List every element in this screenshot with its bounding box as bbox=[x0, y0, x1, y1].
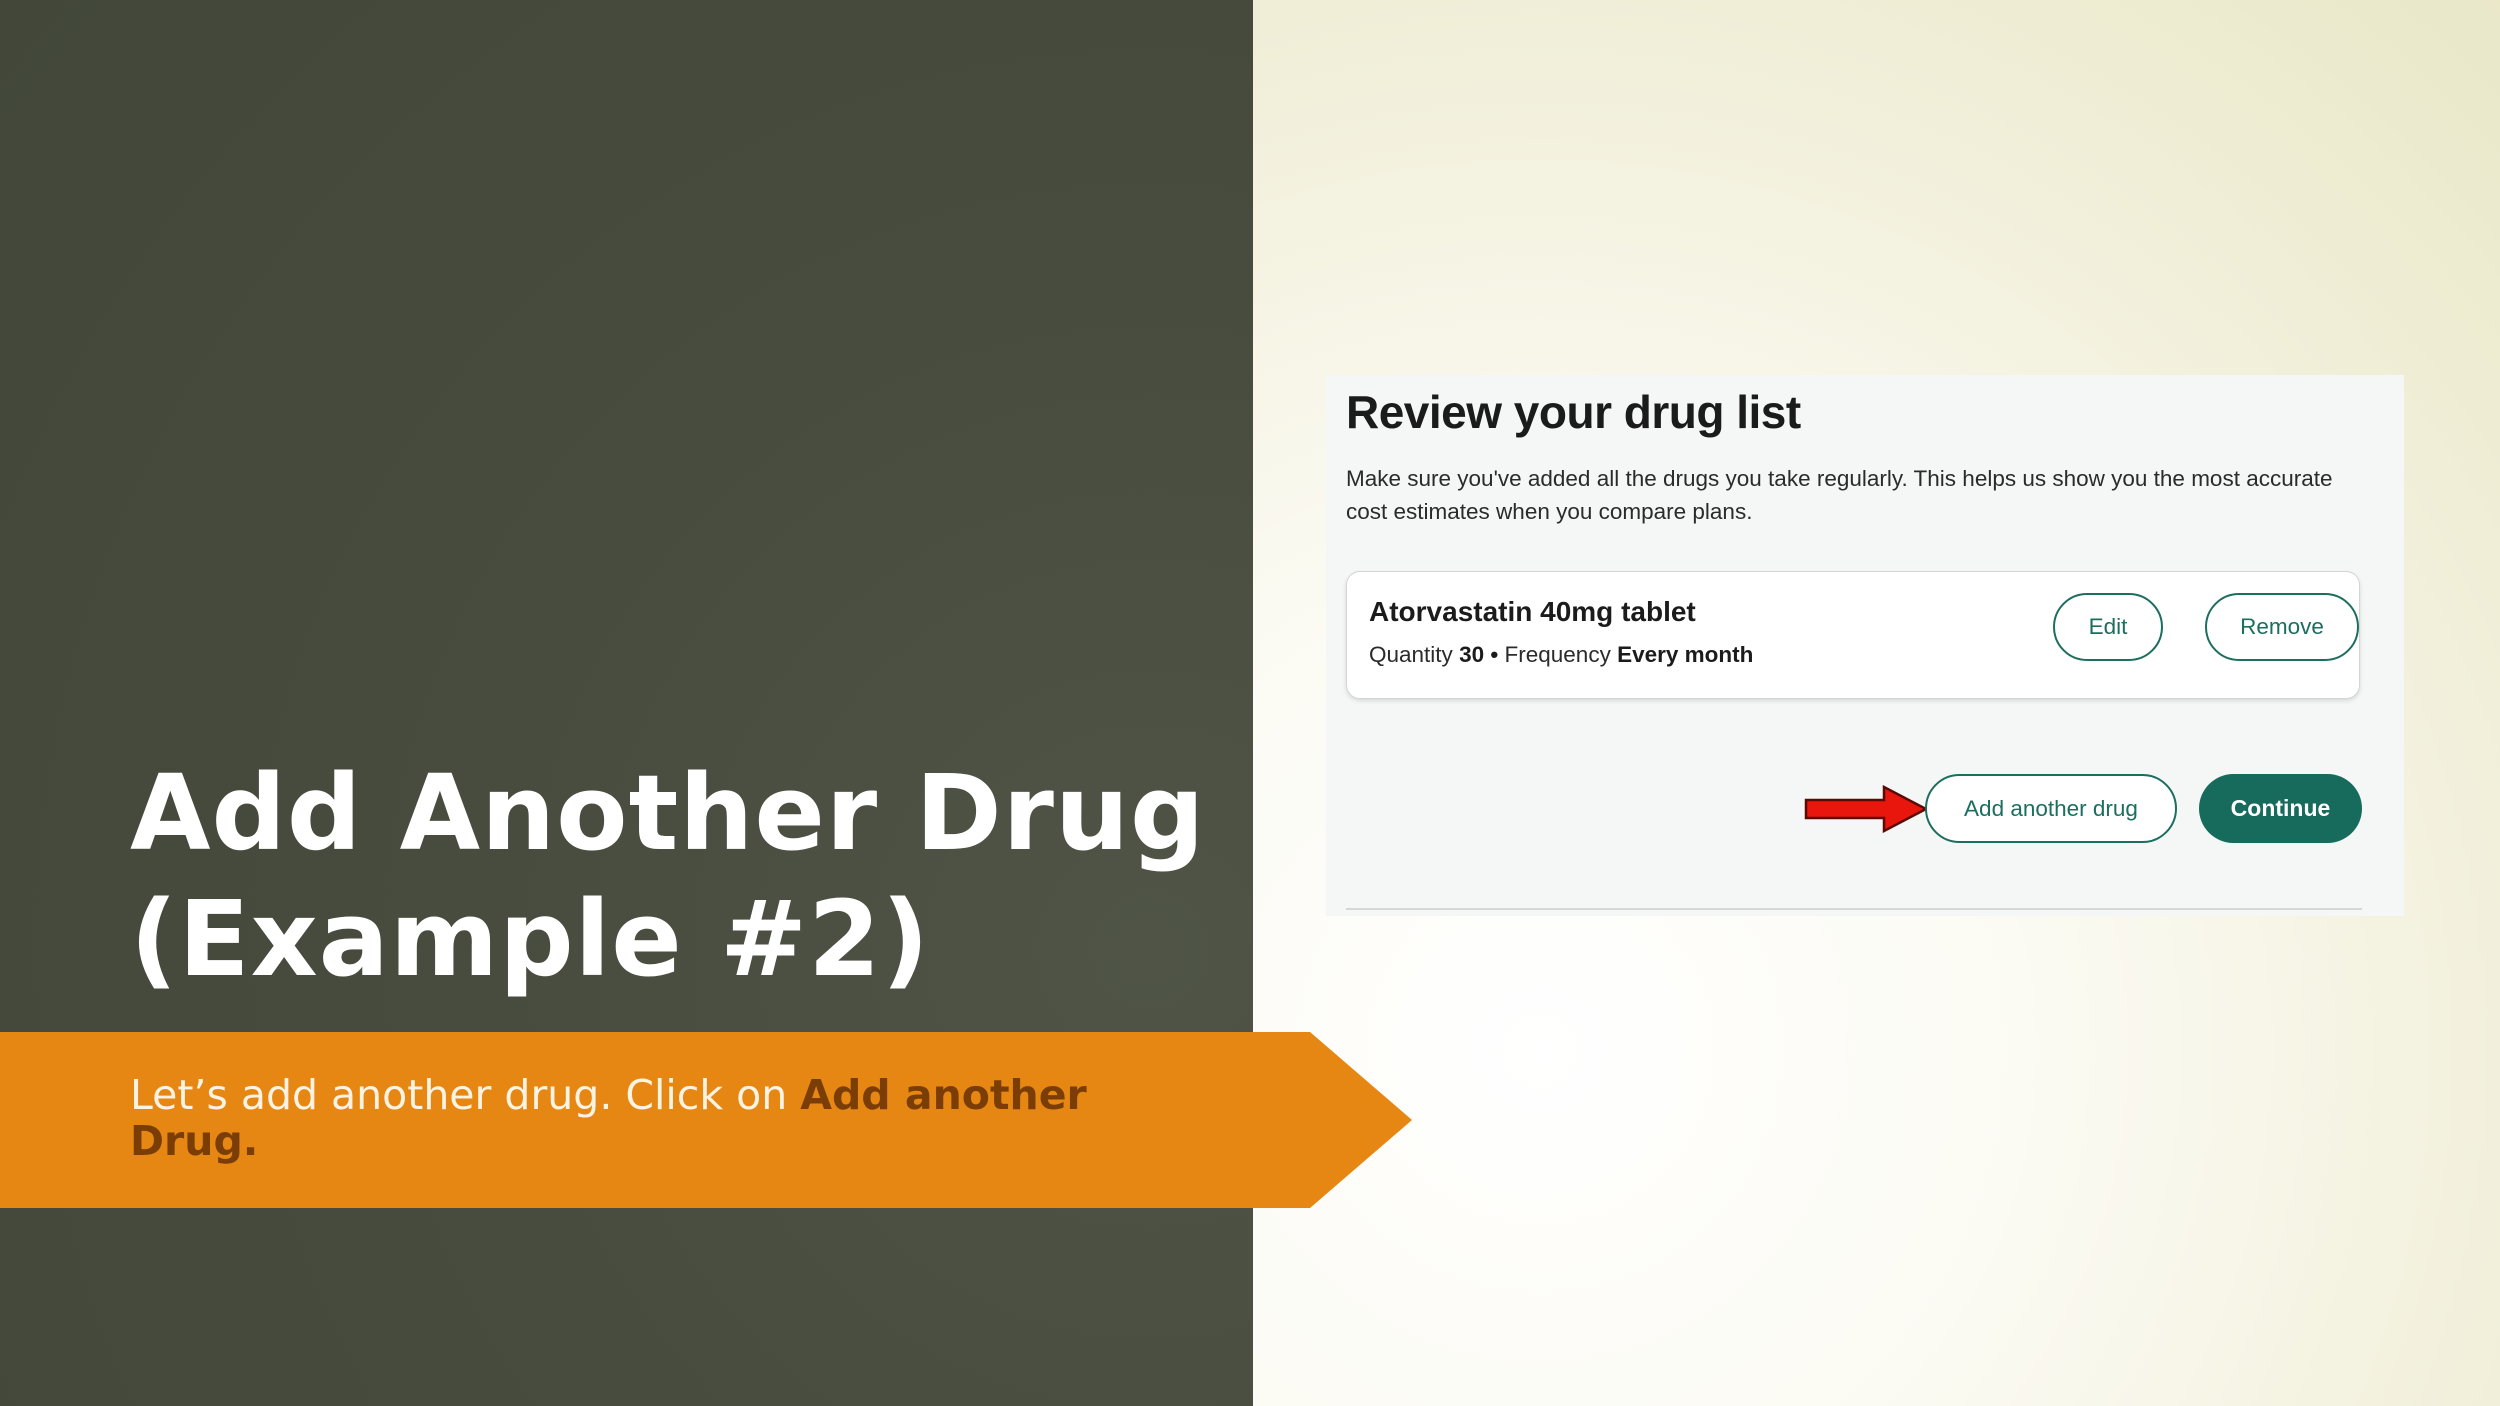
slide-title: Add Another Drug (Example #2) bbox=[130, 750, 1230, 1002]
details-separator: • bbox=[1490, 642, 1499, 667]
continue-button[interactable]: Continue bbox=[2199, 774, 2362, 843]
red-arrow-icon bbox=[1804, 785, 1928, 833]
instruction-suffix: . bbox=[242, 1117, 259, 1165]
drug-list-screenshot: Review your drug list Make sure you've a… bbox=[1326, 375, 2404, 916]
divider bbox=[1346, 908, 2362, 910]
page-title: Review your drug list bbox=[1346, 386, 1801, 438]
add-another-drug-button[interactable]: Add another drug bbox=[1925, 774, 2177, 843]
frequency-value: Every month bbox=[1617, 642, 1754, 667]
instruction-prefix: Let’s add another drug. Click on bbox=[130, 1071, 801, 1119]
drug-name: Atorvastatin 40mg tablet bbox=[1369, 596, 1696, 627]
edit-button[interactable]: Edit bbox=[2053, 593, 2163, 661]
drug-card: Atorvastatin 40mg tablet Quantity 30 • F… bbox=[1346, 571, 2360, 699]
slide-title-line-2: (Example #2) bbox=[130, 878, 931, 1000]
quantity-value: 30 bbox=[1459, 642, 1485, 667]
remove-button[interactable]: Remove bbox=[2205, 593, 2359, 661]
instruction-text: Let’s add another drug. Click on Add ano… bbox=[130, 1072, 1130, 1164]
page-description: Make sure you've added all the drugs you… bbox=[1346, 466, 2333, 524]
slide-title-line-1: Add Another Drug bbox=[130, 752, 1206, 874]
drug-details: Quantity 30 • Frequency Every month bbox=[1369, 642, 1753, 668]
quantity-label: Quantity bbox=[1369, 642, 1453, 667]
frequency-label: Frequency bbox=[1504, 642, 1611, 667]
